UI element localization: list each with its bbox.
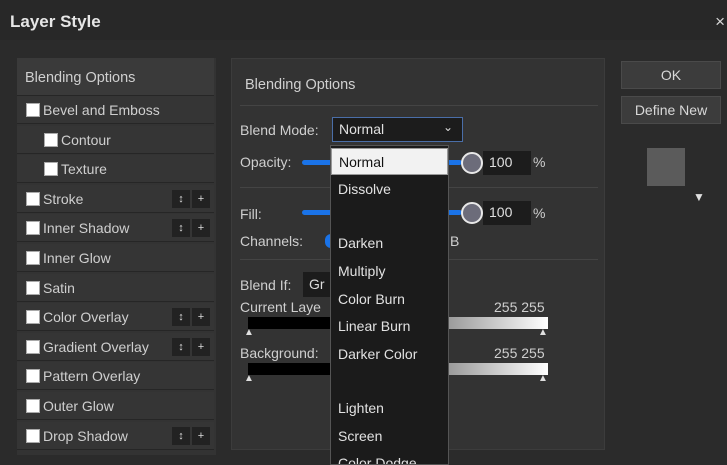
background-white-slider[interactable]: ▲ [538, 373, 548, 384]
blend-option-dissolve[interactable]: Dissolve [331, 176, 448, 203]
effect-row-color-overlay[interactable]: Color Overlay ↕ + [17, 303, 214, 332]
effect-label: Texture [61, 161, 107, 178]
style-preview-swatch[interactable] [647, 148, 685, 186]
add-effect-icon[interactable]: + [192, 189, 210, 208]
effect-label: Stroke [43, 190, 84, 207]
blend-option-lighten[interactable]: Lighten [331, 395, 448, 422]
current-layer-black-slider[interactable]: ▲ [244, 327, 254, 338]
fill-label: Fill: [240, 206, 262, 222]
effect-label: Contour [61, 131, 111, 148]
blend-option-screen[interactable]: Screen [331, 423, 448, 450]
fill-percent: % [533, 205, 546, 221]
blend-mode-select[interactable]: Normal ⌄ [332, 117, 463, 142]
effect-checkbox[interactable] [26, 103, 40, 117]
opacity-percent: % [533, 154, 546, 170]
chevron-down-icon: ⌄ [442, 120, 453, 134]
effects-list: Blending Options Bevel and Emboss Contour… [17, 58, 216, 455]
effect-checkbox[interactable] [26, 369, 40, 384]
channels-label: Channels: [240, 233, 304, 249]
reorder-icon[interactable]: ↕ [172, 308, 190, 327]
blend-option-normal[interactable]: Normal [331, 148, 448, 175]
effect-row-inner-shadow[interactable]: Inner Shadow ↕ + [17, 214, 214, 243]
effect-row-inner-glow[interactable]: Inner Glow [17, 244, 214, 272]
reorder-icon[interactable]: ↕ [172, 189, 190, 208]
effect-row-stroke[interactable]: Stroke ↕ + [17, 184, 214, 213]
reorder-icon[interactable]: ↕ [172, 426, 190, 445]
blend-mode-label: Blend Mode: [240, 122, 319, 138]
opacity-value: 100 [489, 154, 513, 170]
effect-checkbox[interactable] [26, 339, 40, 354]
reorder-icon[interactable]: ↕ [172, 219, 190, 238]
fill-input[interactable]: 100 [483, 201, 531, 225]
blend-if-select[interactable]: Gr [303, 272, 333, 297]
opacity-label: Opacity: [240, 154, 292, 170]
effect-row-satin[interactable]: Satin [17, 273, 214, 302]
effect-row-outer-glow[interactable]: Outer Glow [17, 392, 214, 420]
effect-label: Pattern Overlay [43, 368, 141, 385]
effect-row-pattern-overlay[interactable]: Pattern Overlay [17, 362, 214, 391]
blend-option-darker-color[interactable]: Darker Color [331, 341, 448, 368]
panel-title: Blending Options [245, 77, 356, 93]
fill-value: 100 [489, 204, 513, 220]
blend-option-multiply[interactable]: Multiply [331, 258, 448, 285]
add-effect-icon[interactable]: + [192, 426, 210, 445]
add-effect-icon[interactable]: + [192, 308, 210, 327]
opacity-slider-knob[interactable] [461, 152, 483, 174]
divider [240, 105, 598, 106]
opacity-input[interactable]: 100 [483, 151, 531, 175]
effect-label: Inner Glow [43, 250, 111, 266]
effect-checkbox[interactable] [26, 191, 40, 206]
blend-option-darken[interactable]: Darken [331, 230, 448, 257]
title-bar: Layer Style × [0, 0, 727, 40]
blend-option-color-burn[interactable]: Color Burn [331, 286, 448, 313]
effect-checkbox[interactable] [26, 399, 40, 413]
effect-row-gradient-overlay[interactable]: Gradient Overlay ↕ + [17, 332, 214, 361]
effect-row-texture[interactable]: Texture [17, 155, 214, 184]
add-effect-icon[interactable]: + [192, 337, 210, 356]
effect-checkbox[interactable] [26, 221, 40, 236]
blend-option-linear-burn[interactable]: Linear Burn [331, 313, 448, 340]
fill-slider-knob[interactable] [461, 202, 483, 224]
background-black-slider[interactable]: ▲ [244, 373, 254, 384]
blend-if-value: Gr [309, 276, 325, 292]
background-label: Background: [240, 345, 319, 361]
effects-header-label: Blending Options [25, 70, 136, 86]
effect-checkbox[interactable] [26, 251, 40, 265]
effect-checkbox[interactable] [44, 162, 58, 177]
channel-b-label: B [450, 233, 460, 249]
blend-if-label: Blend If: [240, 277, 292, 293]
blend-mode-dropdown: Normal Dissolve Darken Multiply Color Burn Li… [330, 145, 449, 465]
triangle-down-icon[interactable]: ▼ [693, 190, 705, 204]
blend-mode-value: Normal [339, 121, 385, 137]
add-effect-icon[interactable]: + [192, 219, 210, 238]
effect-checkbox[interactable] [44, 132, 58, 147]
effect-checkbox[interactable] [26, 280, 40, 295]
blend-option-color-dodge[interactable]: Color Dodge [331, 450, 448, 464]
ok-button[interactable]: OK [621, 61, 721, 89]
effect-row-contour[interactable]: Contour [17, 125, 214, 154]
effect-checkbox[interactable] [26, 428, 40, 443]
dialog-title: Layer Style [10, 12, 101, 31]
effect-row-drop-shadow[interactable]: Drop Shadow ↕ + [17, 421, 214, 450]
effect-label: Gradient Overlay [43, 338, 149, 355]
effect-label: Satin [43, 279, 75, 296]
current-layer-white-slider[interactable]: ▲ [538, 327, 548, 338]
effect-row-bevel-and-emboss[interactable]: Bevel and Emboss [17, 96, 214, 124]
effect-label: Outer Glow [43, 398, 114, 414]
effect-label: Bevel and Emboss [43, 102, 160, 118]
effect-label: Drop Shadow [43, 427, 128, 444]
effect-label: Inner Shadow [43, 220, 130, 237]
effects-header-blending-options[interactable]: Blending Options [17, 58, 214, 96]
close-icon[interactable]: × [715, 12, 725, 32]
define-new-button[interactable]: Define New [621, 96, 721, 124]
current-layer-label: Current Laye [240, 299, 321, 315]
background-values: 255 255 [494, 345, 545, 361]
current-layer-values: 255 255 [494, 299, 545, 315]
effect-checkbox[interactable] [26, 310, 40, 325]
reorder-icon[interactable]: ↕ [172, 337, 190, 356]
effect-label: Color Overlay [43, 309, 129, 326]
